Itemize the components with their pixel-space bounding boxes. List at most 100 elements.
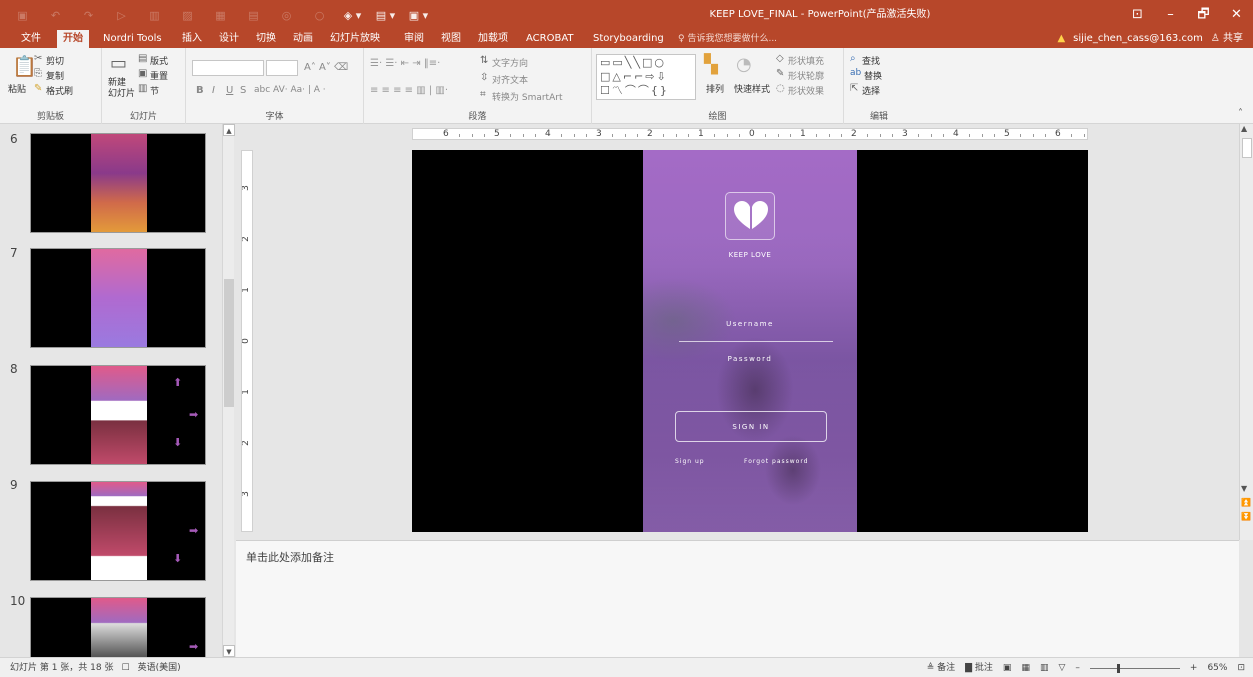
slide-thumbnail[interactable]: ➡ xyxy=(30,597,206,657)
new-slide-button[interactable]: 新建 幻灯片 xyxy=(108,78,135,100)
notes-toggle[interactable]: ≜ 备注 xyxy=(927,658,955,677)
zoom-level[interactable]: 65% xyxy=(1207,658,1227,677)
redo-icon[interactable]: ↷ xyxy=(72,0,105,30)
zoom-in-icon[interactable]: + xyxy=(1190,658,1198,677)
picture-icon[interactable]: ▨ xyxy=(171,0,204,30)
slide-thumbnail[interactable]: ⬆ ➡ ⬇ xyxy=(30,365,206,465)
tab-design[interactable]: 设计 xyxy=(213,30,245,48)
layout-icon[interactable]: ◈ ▾ xyxy=(336,0,369,30)
tab-slideshow[interactable]: 幻灯片放映 xyxy=(324,30,386,48)
font-size-input[interactable] xyxy=(266,60,298,76)
normal-view-icon[interactable]: ▣ xyxy=(1003,658,1012,677)
reading-view-icon[interactable]: ▥ xyxy=(1040,658,1049,677)
minimize-icon[interactable]: – xyxy=(1154,0,1187,30)
format-painter-button[interactable]: 格式刷 xyxy=(46,84,73,97)
next-slide-icon[interactable]: ⏬ xyxy=(1241,512,1251,521)
shape-outline-icon[interactable]: ✎ xyxy=(776,68,784,79)
copy-button[interactable]: 复制 xyxy=(46,69,64,82)
zoom-slider[interactable] xyxy=(1089,663,1180,673)
tab-addins[interactable]: 加载项 xyxy=(472,30,514,48)
quick-styles-icon[interactable]: ◔ xyxy=(736,54,752,75)
font-effects-buttons[interactable]: abc AV· Aa· | A · xyxy=(254,85,326,95)
tab-view[interactable]: 视图 xyxy=(435,30,467,48)
tab-transitions[interactable]: 切换 xyxy=(250,30,282,48)
tab-storyboarding[interactable]: Storyboarding xyxy=(587,30,670,48)
tab-acrobat[interactable]: ACROBAT xyxy=(520,30,580,48)
layout-button[interactable]: 版式 xyxy=(150,54,168,67)
list-buttons[interactable]: ☰· ☰· ⇤ ⇥ ‖≡· xyxy=(370,58,440,69)
section-icon[interactable]: ▥ xyxy=(138,83,147,94)
comments-toggle[interactable]: ▇ 批注 xyxy=(965,658,993,677)
shape-icon[interactable]: ◎ xyxy=(270,0,303,30)
align-text-button[interactable]: 对齐文本 xyxy=(492,73,528,86)
arrange-button[interactable]: 排列 xyxy=(706,82,724,95)
tab-file[interactable]: 文件 xyxy=(15,30,47,48)
format-painter-icon[interactable]: ✎ xyxy=(34,83,42,94)
replace-button[interactable]: 替换 xyxy=(864,69,882,82)
quick-styles-button[interactable]: 快速样式 xyxy=(734,82,770,95)
reset-button[interactable]: 重置 xyxy=(150,69,168,82)
scroll-down-icon[interactable]: ▼ xyxy=(1241,484,1247,493)
shapes-gallery[interactable]: ▭▭╲╲□○ □△⌐⌐⇨⇩ ☐〽⌒⌒{} xyxy=(596,54,696,100)
find-icon[interactable]: ⌕ xyxy=(850,53,856,64)
shape-fill-icon[interactable]: ◇ xyxy=(776,53,784,64)
select-icon[interactable]: ⇱ xyxy=(850,83,858,94)
scrollbar-thumb[interactable] xyxy=(1242,138,1252,158)
font-size-buttons[interactable]: A˄ A˅ ⌫ xyxy=(304,62,348,73)
shape-fill-button[interactable]: 形状填充 xyxy=(788,54,824,67)
previous-slide-icon[interactable]: ⏫ xyxy=(1241,498,1251,507)
italic-button[interactable]: I xyxy=(212,85,215,96)
slide-thumbnail[interactable] xyxy=(30,133,206,233)
tab-home[interactable]: 开始 xyxy=(57,30,89,48)
tab-insert[interactable]: 插入 xyxy=(176,30,208,48)
slide-thumbnail[interactable] xyxy=(30,248,206,348)
fit-slide-icon[interactable]: ⊡ xyxy=(1237,658,1245,677)
align-text-icon[interactable]: ⇳ xyxy=(480,72,488,83)
scroll-up-icon[interactable]: ▲ xyxy=(223,124,235,136)
bold-button[interactable]: B xyxy=(196,85,204,96)
collapse-ribbon-icon[interactable]: ˄ xyxy=(1238,108,1243,119)
tab-animations[interactable]: 动画 xyxy=(287,30,319,48)
undo-icon[interactable]: ↶ xyxy=(39,0,72,30)
shape-outline-button[interactable]: 形状轮廓 xyxy=(788,69,824,82)
close-icon[interactable]: ✕ xyxy=(1220,0,1253,30)
shape-effects-icon[interactable]: ◌ xyxy=(776,83,785,94)
spellcheck-icon[interactable]: ☐ xyxy=(121,658,129,677)
smartart-icon[interactable]: ⌗ xyxy=(480,89,486,100)
arrange-icon[interactable]: ▚ xyxy=(704,54,718,75)
section-button[interactable]: 节 xyxy=(150,84,159,97)
cut-icon[interactable]: ✂ xyxy=(34,53,42,64)
select-button[interactable]: 选择 xyxy=(862,84,880,97)
layout-icon[interactable]: ▤ xyxy=(138,53,147,64)
paste-button[interactable]: 粘贴 xyxy=(8,82,26,95)
replace-icon[interactable]: ab xyxy=(850,68,861,78)
slide-sorter-icon[interactable]: ▦ xyxy=(1021,658,1030,677)
tab-review[interactable]: 审阅 xyxy=(398,30,430,48)
share-button[interactable]: ♙ 共享 xyxy=(1211,30,1243,48)
strikethrough-button[interactable]: S xyxy=(240,85,246,96)
table-icon[interactable]: ▦ xyxy=(204,0,237,30)
text-direction-icon[interactable]: ⇅ xyxy=(480,55,488,66)
underline-button[interactable]: U xyxy=(226,85,233,96)
find-button[interactable]: 查找 xyxy=(862,54,880,67)
font-name-input[interactable] xyxy=(192,60,264,76)
slide-scrollbar[interactable]: ▲ ▼ ⏫ ⏬ xyxy=(1239,124,1253,540)
copy-icon[interactable]: ⎘ xyxy=(34,68,42,79)
notes-placeholder[interactable]: 单击此处添加备注 xyxy=(246,549,334,565)
slide-thumbnail[interactable]: ➡ ⬇ xyxy=(30,481,206,581)
tab-nordri-tools[interactable]: Nordri Tools xyxy=(97,30,168,48)
chart-icon[interactable]: ▥ xyxy=(138,0,171,30)
restore-icon[interactable]: 🗗 xyxy=(1187,0,1220,30)
align-buttons[interactable]: ≡ ≡ ≡ ≡ ▥ | ▥· xyxy=(370,85,448,96)
notes-pane[interactable]: 单击此处添加备注 xyxy=(236,540,1239,657)
cut-button[interactable]: 剪切 xyxy=(46,54,64,67)
slide-canvas[interactable]: KEEP LOVE Username Password SIGN IN Sign… xyxy=(412,150,1088,532)
more-icon[interactable]: ○ xyxy=(303,0,336,30)
new-slide-icon[interactable]: ▭ xyxy=(110,53,127,74)
account-email[interactable]: sijie_chen_cass@163.com xyxy=(1073,30,1203,48)
shape-effects-button[interactable]: 形状效果 xyxy=(788,84,824,97)
thumbnail-scrollbar[interactable]: ▲ ▼ xyxy=(222,124,235,657)
scrollbar-thumb[interactable] xyxy=(224,279,234,407)
zoom-knob[interactable] xyxy=(1116,663,1120,673)
reset-icon[interactable]: ▣ xyxy=(138,68,147,79)
